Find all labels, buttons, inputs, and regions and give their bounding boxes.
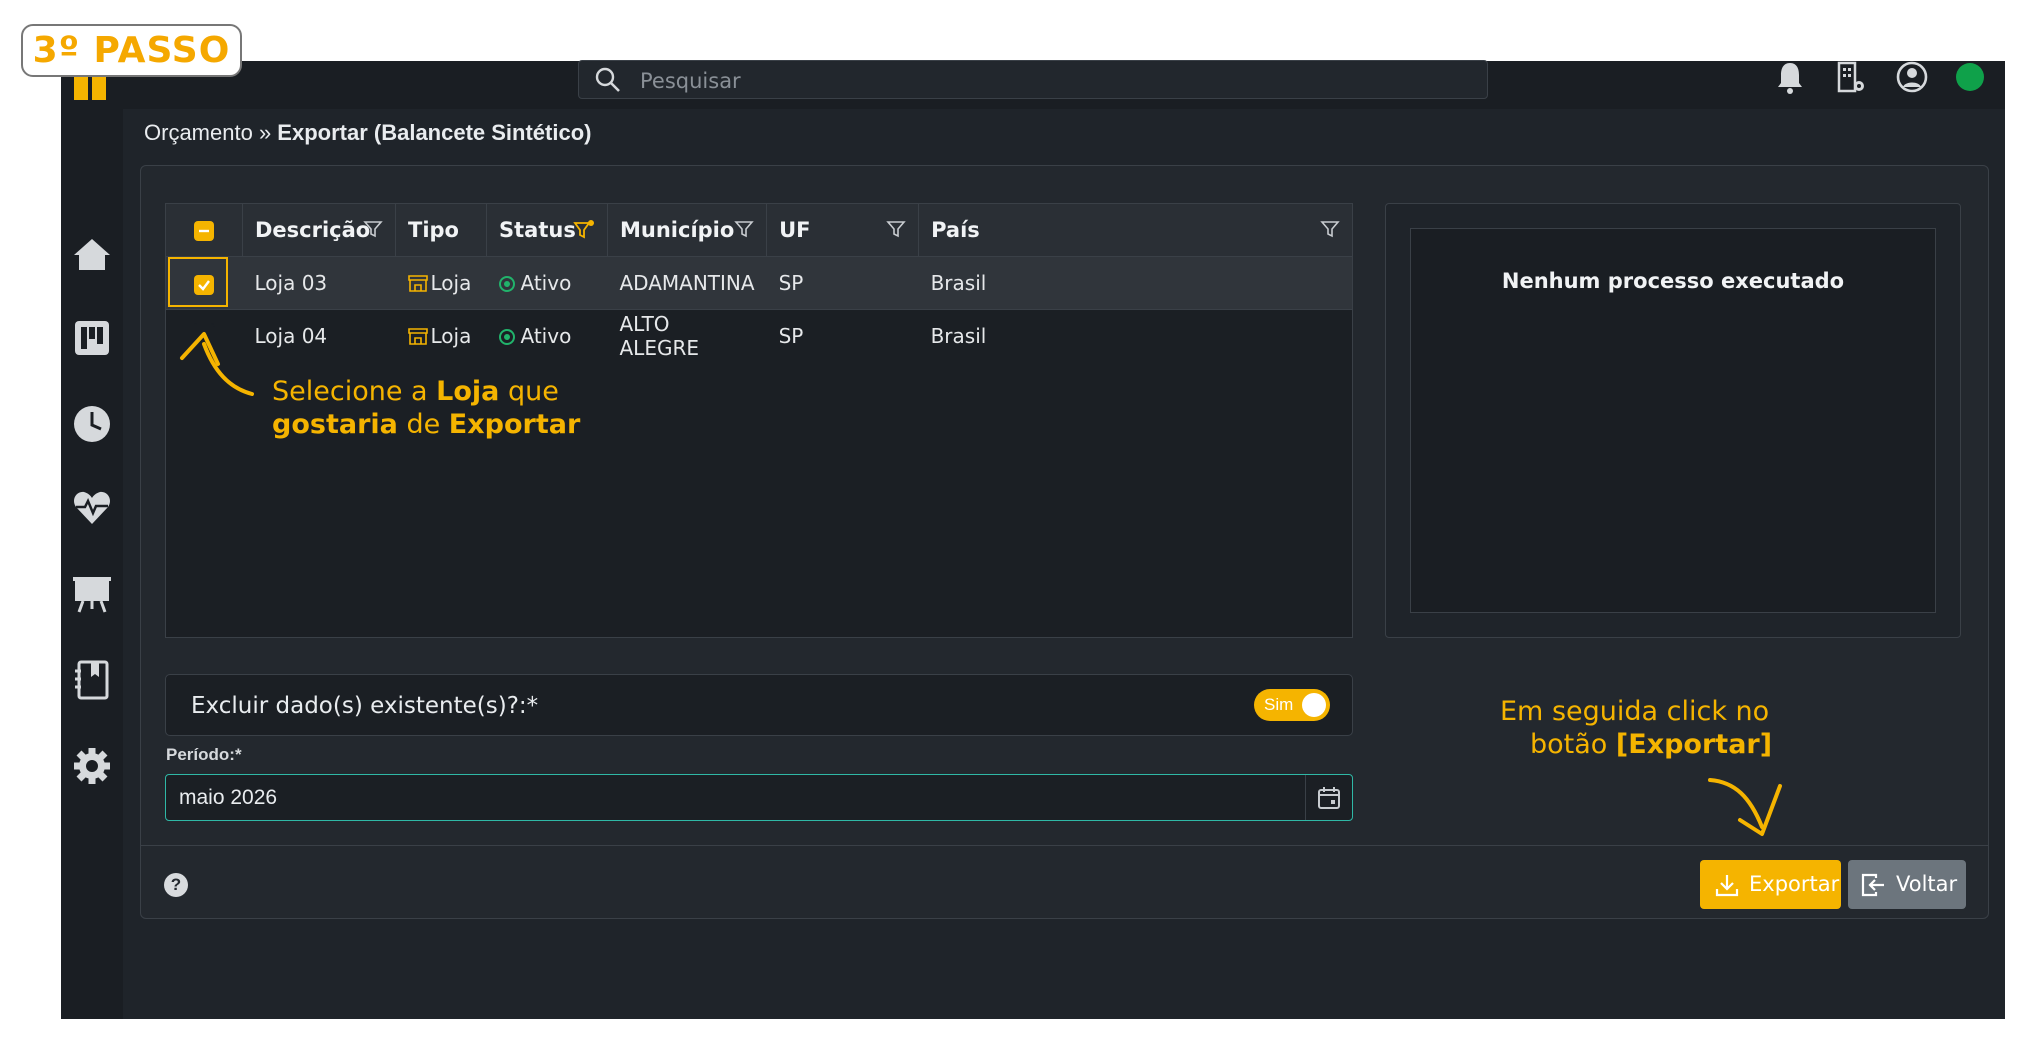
- annotation-select-store: Selecione a Loja que gostaria de Exporta…: [272, 376, 581, 440]
- store-icon: [407, 275, 428, 292]
- cell-uf: SP: [766, 256, 919, 310]
- selection-highlight: [168, 257, 228, 307]
- bell-icon[interactable]: [1775, 59, 1805, 95]
- filter-active-icon[interactable]: [573, 219, 595, 241]
- cell-status: Ativo: [486, 309, 608, 362]
- filter-icon[interactable]: [734, 219, 754, 239]
- search-input[interactable]: Pesquisar: [578, 60, 1488, 99]
- filter-icon[interactable]: [363, 219, 383, 239]
- presentation-board-icon[interactable]: [71, 573, 113, 615]
- breadcrumb-parent[interactable]: Orçamento: [144, 120, 253, 145]
- heart-pulse-icon[interactable]: [71, 487, 113, 529]
- cell-pais: Brasil: [918, 256, 1352, 310]
- user-account-icon[interactable]: [1895, 59, 1929, 95]
- status-active-icon: [498, 276, 515, 292]
- annotation-arrow-left: [180, 332, 254, 396]
- cell-municipio: ALTO ALEGRE: [607, 309, 767, 362]
- annotation-click-export: Em seguida click no botão [Exportar]: [1500, 696, 1773, 760]
- gear-icon[interactable]: [71, 745, 113, 787]
- process-log-content: Nenhum processo executado: [1410, 228, 1936, 613]
- process-log-message: Nenhum processo executado: [1501, 269, 1845, 293]
- annotation-arrow-down: [1708, 778, 1782, 836]
- home-icon[interactable]: [71, 233, 113, 275]
- table-row[interactable]: Loja 03 Loja Ativo ADAMANTINA SP Brasil: [166, 256, 1352, 310]
- breadcrumb-current: Exportar (Balancete Sintético): [277, 120, 592, 145]
- cell-status: Ativo: [486, 256, 608, 310]
- cell-descricao: Loja 04: [242, 309, 396, 362]
- store-icon: [407, 328, 428, 345]
- column-header-municipio[interactable]: Município: [607, 204, 768, 257]
- step-badge: 3º PASSO: [21, 24, 242, 77]
- cell-tipo: Loja: [395, 256, 487, 310]
- exit-icon: [1861, 873, 1884, 897]
- filter-icon[interactable]: [1320, 219, 1340, 239]
- search-placeholder: Pesquisar: [640, 69, 741, 93]
- back-button[interactable]: Voltar: [1848, 860, 1966, 909]
- address-book-icon[interactable]: [71, 659, 113, 701]
- process-log-panel: Nenhum processo executado: [1385, 203, 1961, 638]
- breadcrumb: Orçamento » Exportar (Balancete Sintétic…: [144, 120, 591, 146]
- help-icon[interactable]: ?: [164, 873, 188, 897]
- filter-icon[interactable]: [886, 219, 906, 239]
- form-footer-divider: [141, 845, 1988, 846]
- clock-icon[interactable]: [71, 403, 113, 445]
- period-input[interactable]: maio 2026: [165, 774, 1353, 821]
- column-header-pais[interactable]: País: [918, 204, 1352, 257]
- calendar-button[interactable]: [1305, 775, 1352, 820]
- online-status-indicator: [1956, 63, 1984, 91]
- cell-pais: Brasil: [918, 309, 1352, 362]
- building-settings-icon[interactable]: [1836, 59, 1866, 95]
- column-header-uf[interactable]: UF: [766, 204, 920, 257]
- top-bar: Pesquisar: [61, 59, 2005, 109]
- cell-descricao: Loja 03: [242, 256, 396, 310]
- table-row[interactable]: Loja 04 Loja Ativo ALTO ALEGRE SP Brasil: [166, 309, 1352, 362]
- cell-tipo: Loja: [395, 309, 487, 362]
- column-header-tipo[interactable]: Tipo: [395, 204, 487, 257]
- export-button[interactable]: Exportar: [1700, 860, 1841, 909]
- sidebar: [61, 109, 123, 1019]
- select-all-checkbox[interactable]: [194, 221, 214, 241]
- column-header-status[interactable]: Status: [486, 204, 608, 257]
- delete-existing-label: Excluir dado(s) existente(s)?:*: [191, 693, 539, 719]
- app-window: Pesquisar Orçamento » Exportar (Balancet…: [61, 59, 2005, 1019]
- period-label: Período:*: [166, 745, 242, 764]
- calendar-icon: [1318, 787, 1340, 809]
- column-header-descricao[interactable]: Descrição: [242, 204, 396, 257]
- delete-existing-option: Excluir dado(s) existente(s)?:* Sim: [165, 674, 1353, 736]
- download-icon: [1715, 875, 1739, 897]
- breadcrumb-separator: »: [252, 120, 278, 145]
- select-all-header[interactable]: [166, 204, 243, 257]
- cell-uf: SP: [766, 309, 919, 362]
- period-value: maio 2026: [179, 786, 278, 809]
- status-active-icon: [498, 329, 515, 345]
- kanban-board-icon[interactable]: [71, 317, 113, 359]
- delete-existing-toggle[interactable]: Sim: [1254, 689, 1330, 721]
- cell-municipio: ADAMANTINA: [607, 256, 767, 310]
- search-icon: [595, 67, 620, 92]
